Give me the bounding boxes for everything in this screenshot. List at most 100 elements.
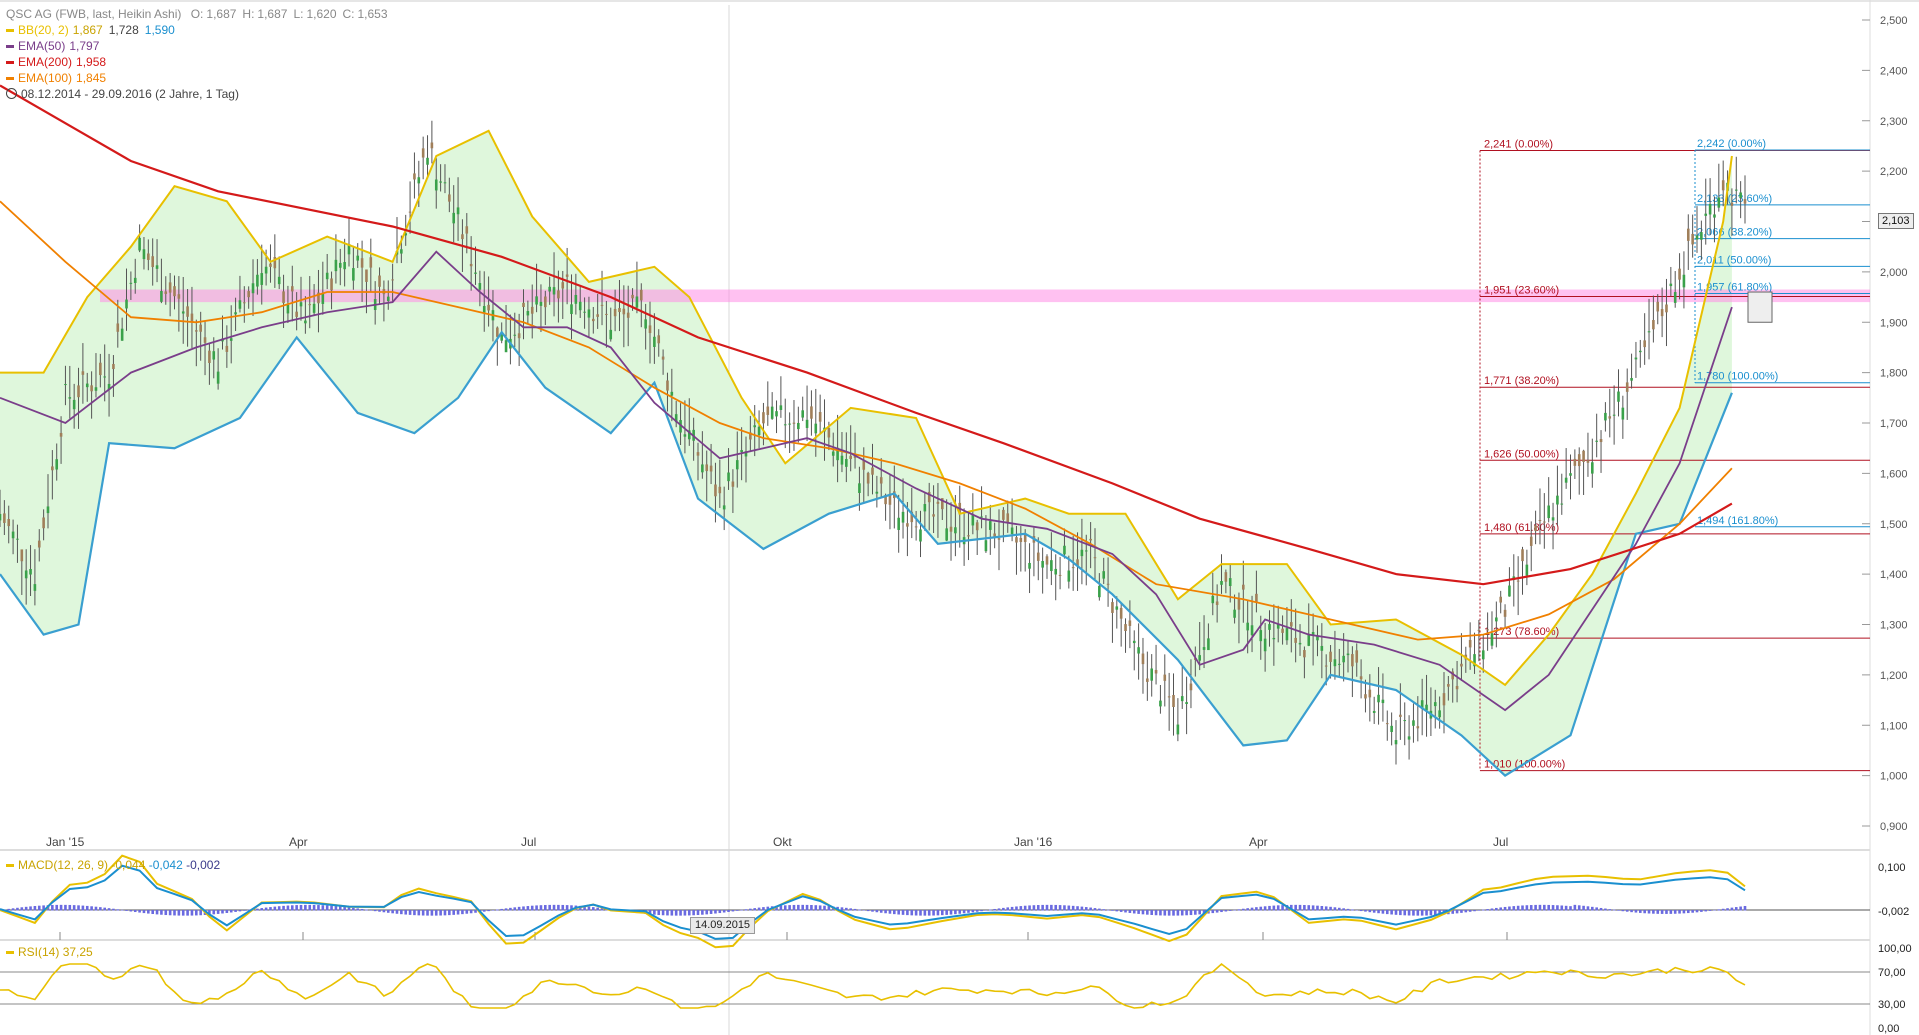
candle-body — [1516, 580, 1520, 582]
macd-histogram-bar — [1420, 910, 1424, 916]
candle-body — [1180, 696, 1184, 702]
candle-body — [1154, 669, 1158, 674]
macd-histogram-bar — [1307, 905, 1311, 911]
candle-body — [1621, 407, 1625, 420]
macd-histogram-bar — [1612, 909, 1616, 911]
candle-body — [46, 506, 50, 514]
candle-body — [936, 501, 940, 504]
candle-body — [548, 286, 551, 292]
candle-body — [474, 272, 477, 274]
candle-body — [456, 207, 460, 215]
candle-body — [1084, 550, 1088, 552]
legend-indicator-row: EMA(200) 1,958 — [6, 54, 388, 70]
macd-histogram-bar — [984, 910, 988, 911]
candle-body — [243, 302, 246, 304]
macd-histogram-bar — [1324, 906, 1328, 911]
macd-histogram-bar — [1569, 906, 1572, 911]
macd-histogram-bar — [1080, 906, 1084, 911]
macd-histogram-bar — [504, 908, 508, 911]
macd-histogram-bar — [731, 910, 735, 912]
ohlc-value: 1,653 — [357, 7, 388, 21]
macd-histogram-bar — [55, 904, 59, 911]
macd-histogram-bar — [517, 906, 521, 911]
macd-histogram-bar — [59, 904, 63, 911]
candle-body — [997, 538, 1001, 540]
macd-histogram-bar — [701, 910, 704, 915]
macd-histogram-bar — [879, 910, 883, 913]
candle-body — [1045, 556, 1049, 565]
indicator-name: EMA(50) — [18, 39, 66, 53]
candle-body — [840, 455, 844, 465]
macd-histogram-bar — [1525, 905, 1529, 911]
macd-histogram-bar — [1220, 910, 1223, 913]
candle-body — [277, 276, 281, 285]
candle-body — [557, 290, 560, 299]
candle-body — [16, 538, 19, 540]
macd-histogram-bar — [1473, 910, 1476, 912]
candle-body — [831, 451, 835, 456]
macd-histogram-bar — [1228, 910, 1232, 911]
chart-canvas[interactable]: 2,5002,4002,3002,2002,1002,0001,9001,800… — [0, 0, 1919, 1035]
candle-body — [1433, 702, 1437, 707]
last-price-tag: 2,103 — [1878, 213, 1914, 229]
candle-body — [1691, 233, 1694, 245]
candle-body — [1643, 340, 1646, 348]
candle-body — [90, 385, 93, 392]
macd-histogram-bar — [64, 904, 67, 911]
candle-body — [1678, 268, 1681, 280]
macd-histogram-bar — [1591, 906, 1594, 911]
candle-body — [1054, 568, 1058, 575]
macd-histogram-bar — [1320, 906, 1324, 911]
macd-histogram-bar — [997, 908, 1001, 911]
macd-histogram-bar — [1573, 904, 1577, 911]
candle-body — [417, 177, 421, 184]
macd-histogram-bar — [1691, 910, 1694, 913]
macd-histogram-bar — [1477, 910, 1481, 911]
candle-body — [1551, 517, 1555, 521]
candle-body — [1560, 503, 1564, 505]
macd-histogram-bar — [1045, 904, 1049, 911]
candle-body — [312, 303, 316, 313]
macd-histogram-bar — [1211, 910, 1215, 914]
macd-histogram-bar — [147, 910, 150, 914]
candle-body — [1665, 304, 1668, 313]
candle-body — [583, 311, 586, 313]
candle-body — [701, 464, 704, 473]
macd-histogram-bar — [1333, 907, 1337, 911]
macd-histogram-bar — [125, 910, 128, 911]
macd-histogram-bar — [352, 907, 355, 911]
macd-histogram-bar — [120, 909, 124, 911]
candle-body — [1381, 699, 1385, 704]
candle-body — [797, 422, 800, 430]
macd-histogram-bar — [1660, 910, 1664, 914]
candle-body — [81, 371, 85, 375]
candle-body — [1102, 571, 1106, 579]
candle-body — [1582, 450, 1585, 462]
price-tick-label: 2,400 — [1880, 65, 1908, 77]
macd-histogram-bar — [24, 906, 28, 911]
candle-body — [1695, 235, 1699, 240]
candle-body — [1503, 609, 1507, 617]
candle-body — [24, 570, 28, 579]
candle-body — [1556, 495, 1559, 505]
price-tick-label: 1,700 — [1880, 418, 1908, 430]
macd-histogram-bar — [373, 910, 377, 912]
macd-histogram-bar — [762, 907, 765, 911]
macd-histogram-bar — [243, 910, 246, 911]
price-tick-label: 0,900 — [1880, 821, 1908, 833]
macd-histogram-bar — [1329, 906, 1332, 911]
macd-histogram-bar — [1547, 904, 1550, 911]
macd-histogram-bar — [330, 905, 333, 911]
price-tick-label: 1,300 — [1880, 620, 1908, 632]
candle-body — [1351, 654, 1354, 667]
candle-body — [1137, 647, 1140, 654]
candle-body — [1656, 301, 1660, 312]
candle-body — [229, 338, 233, 341]
macd-histogram-bar — [1246, 908, 1249, 911]
candle-body — [1132, 640, 1136, 644]
candle-body — [587, 309, 591, 318]
candle-body — [530, 306, 534, 314]
macd-histogram-bar — [1464, 910, 1468, 913]
macd-histogram-bar — [779, 905, 783, 911]
candle-body — [1577, 454, 1581, 467]
